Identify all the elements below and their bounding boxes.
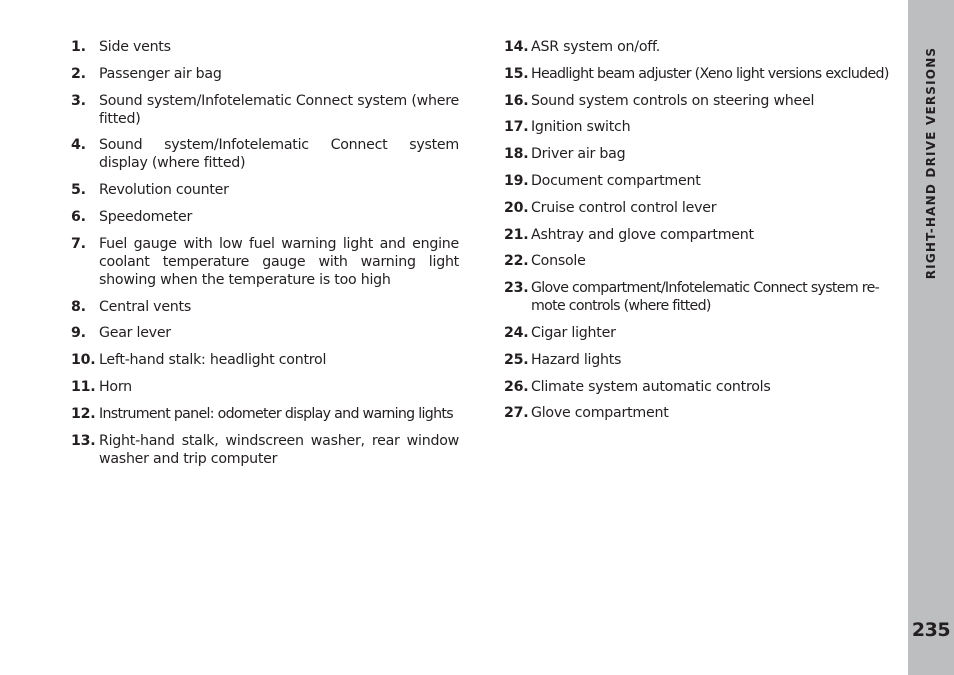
item-number: 27. <box>504 405 529 422</box>
list-item: 3. Sound system/Infotelematic Connect sys… <box>71 92 459 128</box>
item-text: Horn <box>99 378 132 395</box>
item-number: 8. <box>71 298 86 315</box>
item-number: 5. <box>71 182 86 199</box>
list-item: 23. Glove compartment/Infotelematic Conne… <box>504 279 891 315</box>
item-text: Side vents <box>99 39 171 55</box>
item-text: Glove compartment/Infotelematic Connect … <box>531 280 880 315</box>
item-text: Right-hand stalk, windscreen washer, rea… <box>99 432 459 467</box>
item-text: Ignition switch <box>531 119 631 136</box>
item-number: 13. <box>71 432 96 449</box>
page-number: 235 <box>911 619 951 641</box>
list-item: 11. Horn <box>71 378 459 396</box>
list-item: 18. Driver air bag <box>504 145 891 163</box>
list-item: 26. Climate system automatic controls <box>504 378 891 396</box>
list-item: 5. Revolution counter <box>71 181 459 199</box>
item-number: 2. <box>71 65 86 82</box>
list-item: 22. Console <box>504 252 891 270</box>
list-item: 1. Side vents <box>71 38 459 56</box>
item-text: Fuel gauge with low fuel warning light a… <box>99 235 459 288</box>
item-text: Central vents <box>99 298 191 315</box>
item-text: Document compartment <box>531 172 701 189</box>
list-item: 20. Cruise control control lever <box>504 199 891 217</box>
item-number: 4. <box>71 137 86 154</box>
item-text: Glove compartment <box>531 405 669 422</box>
item-number: 21. <box>504 226 529 243</box>
item-number: 12. <box>71 405 96 422</box>
item-text: Driver air bag <box>531 146 626 163</box>
item-number: 19. <box>504 172 529 189</box>
list-item: 19. Document compartment <box>504 172 891 190</box>
item-number: 7. <box>71 235 86 252</box>
section-label: RIGHT-HAND DRIVE VERSIONS <box>924 46 938 280</box>
list-item: 2. Passenger air bag <box>71 65 459 83</box>
item-number: 1. <box>71 39 86 55</box>
list-item: 17. Ignition switch <box>504 118 891 136</box>
item-text: Instrument panel: odometer display and w… <box>99 405 454 422</box>
item-text: Sound system/Infotelematic Connect syste… <box>99 137 459 172</box>
item-number: 25. <box>504 351 529 368</box>
item-number: 11. <box>71 378 96 395</box>
left-column-list: 1. Side vents 2. Passenger air bag 3. Sound… <box>71 38 459 476</box>
item-number: 6. <box>71 208 86 225</box>
list-item: 13. Right-hand stalk, windscreen washer, … <box>71 432 459 468</box>
item-text: Climate system automatic controls <box>531 378 771 395</box>
item-text: Revolution counter <box>99 182 229 199</box>
list-item: 15. Headlight beam adjuster (Xeno light v… <box>504 65 891 83</box>
item-text: Speedometer <box>99 208 193 225</box>
list-item: 7. Fuel gauge with low fuel warning light… <box>71 235 459 289</box>
item-text: Cruise control control lever <box>531 199 717 216</box>
list-item: 9. Gear lever <box>71 324 459 342</box>
list-item: 4. Sound system/Infotelematic Connect sys… <box>71 136 459 172</box>
item-text: Sound system controls on steering wheel <box>531 92 815 109</box>
item-number: 14. <box>504 39 529 55</box>
item-number: 24. <box>504 324 529 341</box>
item-text: Hazard lights <box>531 351 622 368</box>
item-number: 22. <box>504 253 529 270</box>
list-item: 16. Sound system controls on steering whe… <box>504 92 891 110</box>
item-text: Gear lever <box>99 325 171 342</box>
item-text: Left-hand stalk: headlight control <box>99 352 327 369</box>
list-item: 21. Ashtray and glove compartment <box>504 226 891 244</box>
list-item: 10. Left-hand stalk: headlight control <box>71 351 459 369</box>
item-number: 3. <box>71 92 86 109</box>
item-text: Passenger air bag <box>99 65 222 82</box>
item-number: 18. <box>504 146 529 163</box>
item-number: 10. <box>71 352 96 369</box>
list-item: 14. ASR system on/off. <box>504 38 891 56</box>
item-number: 23. <box>504 280 529 297</box>
list-item: 6. Speedometer <box>71 208 459 226</box>
item-number: 15. <box>504 65 529 82</box>
right-column-list: 14. ASR system on/off. 15. Headlight beam … <box>504 38 891 431</box>
list-item: 24. Cigar lighter <box>504 324 891 342</box>
item-text: Ashtray and glove compartment <box>531 226 754 243</box>
item-text: Console <box>531 253 586 270</box>
item-number: 9. <box>71 325 86 342</box>
item-text: ASR system on/off. <box>531 39 660 55</box>
item-text: Sound system/Infotelematic Connect syste… <box>99 92 459 127</box>
list-item: 25. Hazard lights <box>504 351 891 369</box>
item-number: 16. <box>504 92 529 109</box>
item-number: 20. <box>504 199 529 216</box>
item-text: Headlight beam adjuster (Xeno light vers… <box>531 65 889 82</box>
list-item: 8. Central vents <box>71 298 459 316</box>
item-number: 17. <box>504 119 529 136</box>
list-item: 12. Instrument panel: odometer display an… <box>71 405 459 423</box>
item-number: 26. <box>504 378 529 395</box>
item-text: Cigar lighter <box>531 324 616 341</box>
list-item: 27. Glove compartment <box>504 404 891 422</box>
